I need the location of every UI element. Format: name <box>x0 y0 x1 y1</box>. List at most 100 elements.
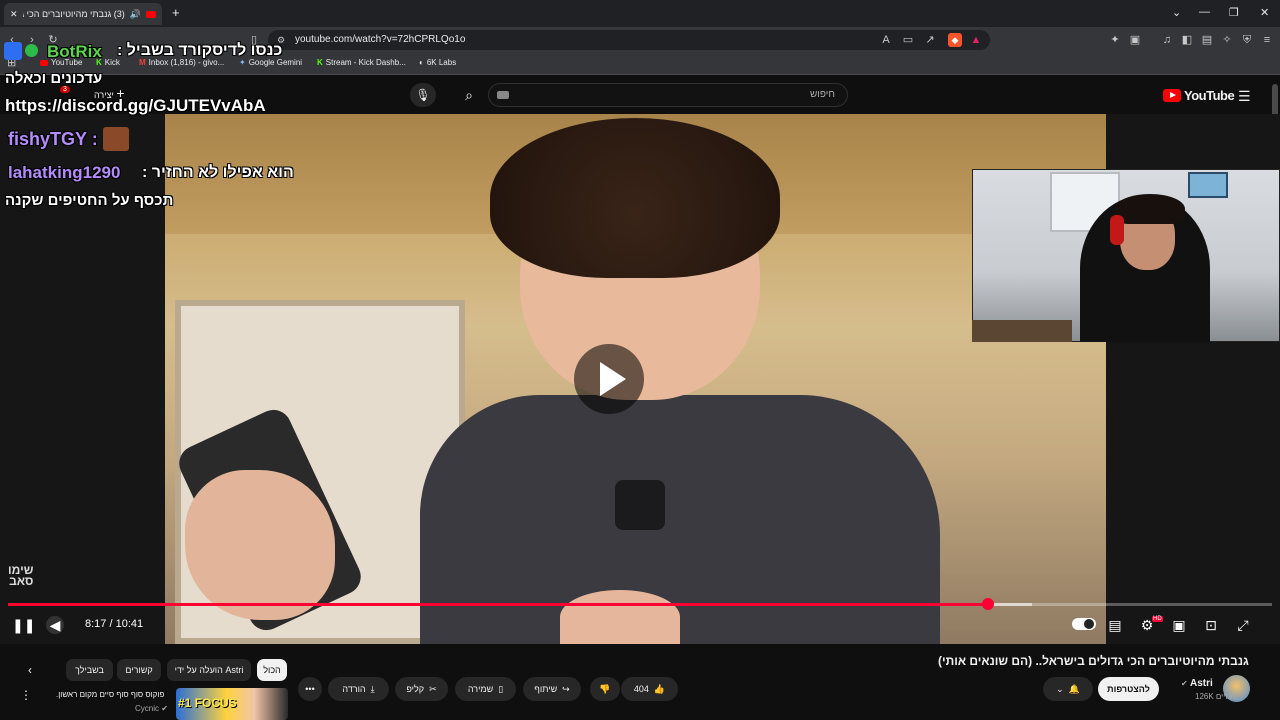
chip-related[interactable]: קשורים <box>117 659 161 681</box>
verified-check-icon <box>25 44 38 57</box>
download-button[interactable]: הורדה ⤓ <box>328 677 389 701</box>
browser-tab-bar <box>0 0 1280 27</box>
bookmark-kick-dashboard[interactable]: K Stream - Kick Dashb... <box>317 58 406 67</box>
clip-button[interactable]: קליפ ✂ <box>395 677 448 701</box>
chat-user-2: lahatking1290 <box>8 163 121 182</box>
volume-icon[interactable]: ◀ <box>46 616 64 634</box>
restore-button[interactable]: ❐ <box>1229 6 1239 19</box>
chevron-left-icon[interactable]: ‹ <box>28 663 32 677</box>
dislike-button[interactable]: 👎 <box>590 677 620 701</box>
share-button[interactable]: שיתוף ↪ <box>523 677 581 701</box>
related-channel: Cycnic ✔ <box>135 704 168 713</box>
video-title: גנבתי מהיוטיוברים הכי גדולים בישראל.. (ה… <box>938 654 1249 668</box>
subtitles-icon[interactable]: ▤ <box>1106 616 1124 634</box>
thumbs-down-icon: 👎 <box>599 683 611 694</box>
save-button[interactable]: שמירה ▯ <box>455 677 516 701</box>
search-input[interactable] <box>488 83 848 107</box>
chat-message-2: : הוא אפילו לא החזיר <box>142 164 294 181</box>
webcam-desk <box>972 320 1072 342</box>
voice-search-icon[interactable]: 🎙 <box>410 83 436 107</box>
hd-badge: HD <box>1152 616 1163 622</box>
subscriber-count: 126K מנויים <box>1195 692 1237 701</box>
time-display: 8:17 / 10:41 <box>85 618 144 630</box>
discord-link: https://discord.gg/GJUTEVvAbA <box>5 96 266 115</box>
url-text[interactable]: youtube.com/watch?v=72hCPRLQo1o <box>295 34 465 45</box>
notification-bell-button[interactable]: ⌄ 🔔 <box>1043 677 1093 701</box>
guide-menu-icon[interactable]: ☰ <box>1238 88 1251 105</box>
cast-video-icon[interactable]: ⊡ <box>1202 616 1220 634</box>
progress-scrubber[interactable] <box>981 598 994 610</box>
brave-shields-icon[interactable]: ◆ <box>948 33 962 47</box>
video-person-hoodie <box>420 395 940 644</box>
pause-icon[interactable]: ❚❚ <box>12 616 35 634</box>
sidebar-icon[interactable]: ◧ <box>1180 33 1194 47</box>
webcam-hair <box>1115 194 1185 224</box>
bot-message-2: עדכונים וכאלה <box>5 70 103 87</box>
chat-message-3: תכסף על החטיפים שקנה <box>5 192 174 209</box>
chip-all[interactable]: הכול <box>257 659 287 681</box>
video-hand-front <box>560 590 680 644</box>
autoplay-toggle[interactable] <box>1072 618 1096 630</box>
subscribe-watermark: שימו סאב <box>8 563 34 588</box>
video-person-hair <box>490 118 780 278</box>
bot-message: : כנסו לדיסקורד בשביל <box>117 42 283 59</box>
kick-icon: K <box>317 58 323 67</box>
channel-name[interactable]: Astri <box>1190 678 1213 689</box>
progress-played <box>8 603 988 606</box>
more-actions-button[interactable]: ••• <box>298 677 322 701</box>
close-window-button[interactable]: ✕ <box>1260 6 1269 19</box>
chat-user-1: fishyTGY : <box>8 129 98 149</box>
tab-close-icon[interactable]: ✕ <box>10 9 18 20</box>
thumbnail-text: #1 FOCUS <box>178 696 237 710</box>
botrix-logo <box>4 42 22 60</box>
chip-uploaded-by-astri[interactable]: הועלה על ידי Astri <box>167 659 251 681</box>
bookmark-6k-labs[interactable]: ◐ 6K Labs <box>419 58 456 67</box>
video-hand <box>185 470 335 620</box>
bot-name: BotRix <box>47 42 102 61</box>
share-icon: ↪ <box>562 683 570 694</box>
keyboard-icon[interactable] <box>497 91 509 99</box>
subscribe-button[interactable]: להצטרפות <box>1098 677 1159 701</box>
tab-search-icon[interactable]: ⌄ <box>1172 6 1181 19</box>
extensions-icon[interactable]: ✦ <box>1108 33 1122 47</box>
translate-icon[interactable]: A <box>879 33 893 47</box>
webcam-poster <box>1188 172 1228 198</box>
youtube-logo[interactable]: YouTube <box>1163 88 1235 103</box>
speaker-icon[interactable]: 🔊 <box>130 9 141 20</box>
verified-icon: ✔ <box>1181 679 1188 688</box>
cast-icon[interactable]: ▭ <box>901 33 915 47</box>
browser-tab-active[interactable]: 🔊 (3) גנבתי מהיוטיוברים הכי גד ✕ <box>4 3 162 25</box>
screenshot-icon[interactable]: ▣ <box>1128 33 1142 47</box>
brave-rewards-icon[interactable]: ▲ <box>969 33 983 47</box>
search-icon[interactable]: ⌕ <box>455 83 483 107</box>
share-page-icon[interactable]: ↗ <box>923 33 937 47</box>
fullscreen-icon[interactable]: ⤢ <box>1234 616 1252 634</box>
leo-ai-icon[interactable]: ✧ <box>1220 33 1234 47</box>
video-microphone <box>615 480 665 530</box>
verified-icon: ✔ <box>161 704 168 713</box>
new-tab-button[interactable]: + <box>172 5 180 20</box>
miniplayer-icon[interactable]: ▣ <box>1170 616 1188 634</box>
chevron-down-icon: ⌄ <box>1056 683 1064 694</box>
minimize-button[interactable]: — <box>1199 6 1210 18</box>
play-icon[interactable] <box>574 344 644 414</box>
related-more-icon[interactable]: ⋮ <box>20 688 32 702</box>
wallet-icon[interactable]: ▤ <box>1200 33 1214 47</box>
download-icon: ⤓ <box>370 683 375 694</box>
vpn-icon[interactable]: ⛨ <box>1240 33 1254 47</box>
scissors-icon: ✂ <box>429 683 437 694</box>
youtube-play-icon <box>1163 89 1181 102</box>
related-title[interactable]: פוקוס סוף סוף סיים מקום ראשון. <box>56 690 164 699</box>
youtube-favicon-icon <box>146 10 156 18</box>
media-icon[interactable]: ♫ <box>1160 33 1174 47</box>
bookmark-save-icon: ▯ <box>498 683 504 694</box>
tab-title: (3) גנבתי מהיוטיוברים הכי גד <box>22 9 125 19</box>
notification-badge: 3 <box>60 86 70 93</box>
webcam-headset <box>1110 215 1124 245</box>
browser-menu-icon[interactable]: ≡ <box>1260 33 1274 47</box>
chat-emote-icon <box>103 127 129 151</box>
bell-icon: 🔔 <box>1068 683 1080 694</box>
chip-for-you[interactable]: בשבילך <box>66 659 113 681</box>
like-button[interactable]: 404 👍 <box>621 677 678 701</box>
search-placeholder: חיפוש <box>810 89 835 100</box>
